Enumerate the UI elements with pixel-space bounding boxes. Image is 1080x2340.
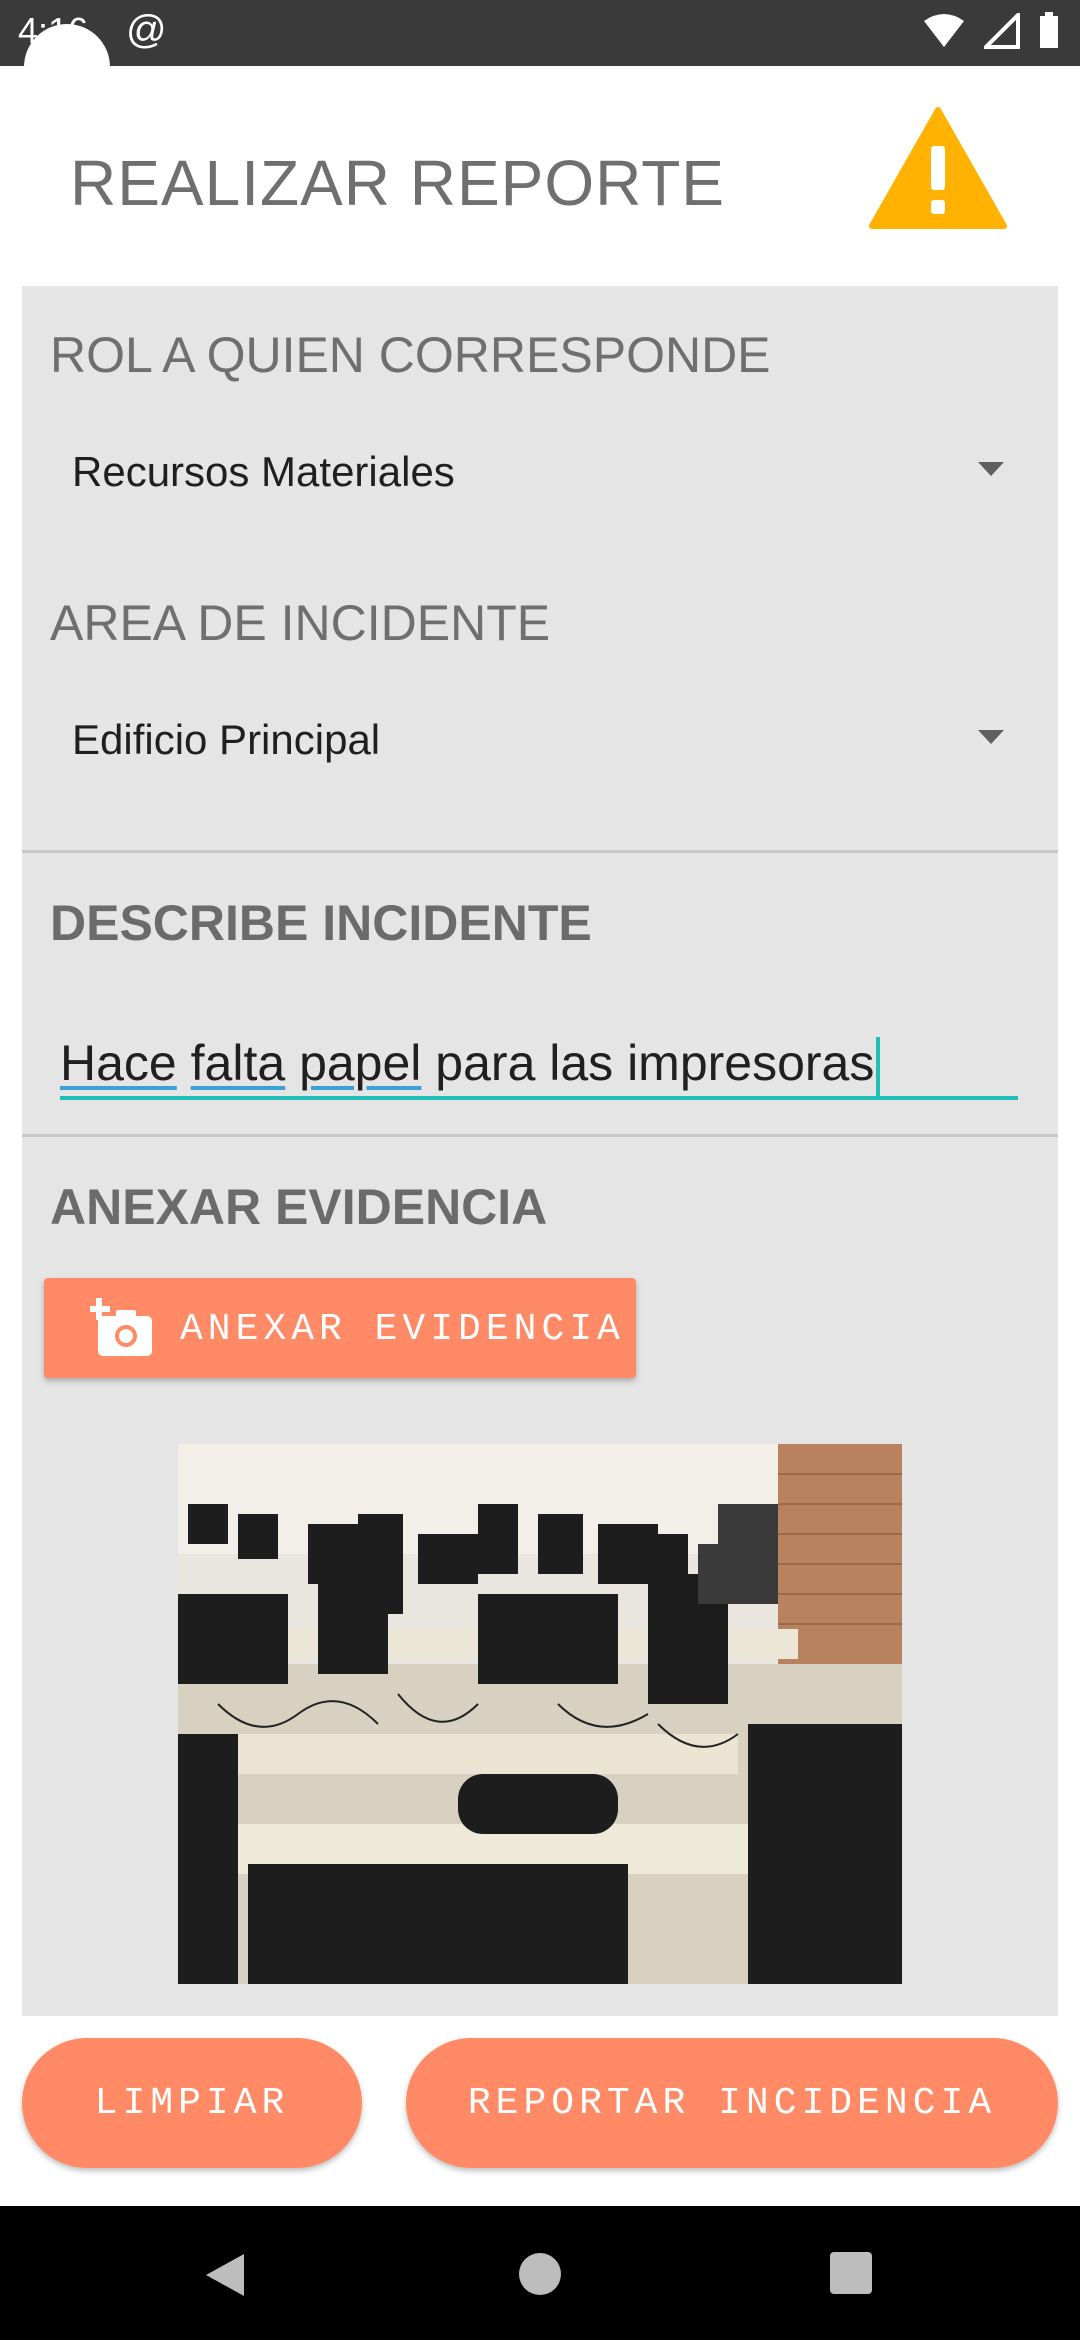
- recents-icon[interactable]: [830, 2252, 872, 2294]
- describe-input[interactable]: Hace falta papel para las impresoras: [60, 1006, 1018, 1106]
- area-value: Edificio Principal: [72, 716, 381, 763]
- at-icon: @: [126, 8, 167, 52]
- describe-text: Hace falta papel para las impresoras: [60, 1034, 881, 1097]
- text-cursor: [876, 1036, 881, 1097]
- spell-word: papel: [299, 1035, 422, 1091]
- rol-dropdown[interactable]: Recursos Materiales: [72, 432, 1012, 512]
- chevron-down-icon: [978, 462, 1004, 476]
- add-camera-icon: [90, 1298, 152, 1356]
- area-dropdown[interactable]: Edificio Principal: [72, 700, 1012, 780]
- input-underline: [60, 1096, 1018, 1100]
- report-button[interactable]: REPORTAR INCIDENCIA: [406, 2038, 1058, 2168]
- rol-value: Recursos Materiales: [72, 448, 455, 495]
- spell-word: Hace: [60, 1035, 177, 1091]
- page-title: REALIZAR REPORTE: [70, 147, 725, 219]
- divider: [22, 1134, 1058, 1137]
- warning-icon: [869, 107, 1007, 229]
- computer-lab-image: [178, 1444, 902, 1984]
- divider: [22, 850, 1058, 853]
- chevron-down-icon: [978, 730, 1004, 744]
- rol-label: ROL A QUIEN CORRESPONDE: [50, 327, 771, 383]
- signal-icon: [984, 13, 1020, 49]
- battery-icon: [1040, 12, 1058, 48]
- area-label: AREA DE INCIDENTE: [50, 595, 551, 651]
- home-icon[interactable]: [518, 2252, 562, 2296]
- attach-evidence-button[interactable]: ANEXAR EVIDENCIA: [44, 1278, 636, 1378]
- navigation-bar: [0, 2206, 1080, 2340]
- describe-label: DESCRIBE INCIDENTE: [50, 895, 592, 951]
- app-bar: REALIZAR REPORTE: [0, 66, 1080, 286]
- describe-rest: para las impresoras: [421, 1035, 875, 1091]
- evidence-photo: [178, 1444, 902, 1984]
- status-bar: 4:16 @: [0, 0, 1080, 66]
- evidence-label: ANEXAR EVIDENCIA: [50, 1179, 548, 1235]
- clear-button[interactable]: LIMPIAR: [22, 2038, 362, 2168]
- report-button-label: REPORTAR INCIDENCIA: [467, 2081, 997, 2125]
- wifi-icon: [924, 14, 964, 47]
- back-icon[interactable]: [204, 2252, 246, 2298]
- clear-button-label: LIMPIAR: [94, 2081, 290, 2125]
- report-form: ROL A QUIEN CORRESPONDE Recursos Materia…: [22, 286, 1058, 2016]
- status-icons: [922, 12, 1060, 50]
- attach-evidence-label: ANEXAR EVIDENCIA: [180, 1308, 625, 1351]
- spell-word: falta: [190, 1035, 286, 1091]
